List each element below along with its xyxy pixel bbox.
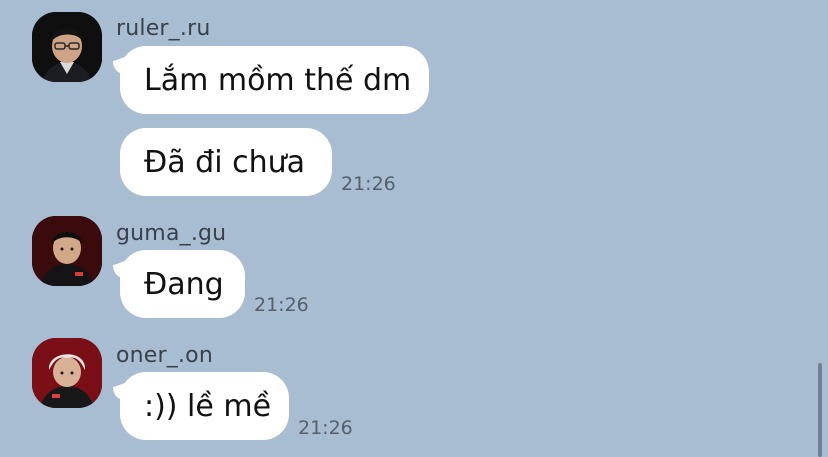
message-time: 21:26: [298, 417, 353, 439]
avatar-guma[interactable]: [32, 216, 102, 286]
message-text: Lắm mồm thế dm: [144, 62, 412, 98]
scrollbar[interactable]: [818, 363, 822, 457]
message-text: Đang: [144, 266, 224, 302]
avatar-ruler[interactable]: [32, 12, 102, 82]
message-bubble[interactable]: Đang: [120, 250, 245, 318]
avatar-ruler-image: [32, 12, 102, 82]
message-bubble[interactable]: Đã đi chưa: [120, 128, 332, 196]
avatar-guma-image: [32, 216, 102, 286]
message-bubble[interactable]: :)) lề mề: [120, 372, 289, 440]
chat-messages: ruler_.ru Lắm mồm thế dm Đã đi chưa 21:2…: [0, 0, 828, 457]
avatar-oner-image: [32, 338, 102, 408]
sender-name: ruler_.ru: [116, 16, 211, 41]
avatar-oner[interactable]: [32, 338, 102, 408]
message-time: 21:26: [341, 173, 396, 195]
message-time: 21:26: [254, 294, 309, 316]
message-text: Đã đi chưa: [144, 144, 305, 180]
message-text: :)) lề mề: [144, 388, 272, 424]
sender-name: oner_.on: [116, 343, 213, 368]
message-bubble[interactable]: Lắm mồm thế dm: [120, 46, 429, 114]
sender-name: guma_.gu: [116, 221, 227, 246]
